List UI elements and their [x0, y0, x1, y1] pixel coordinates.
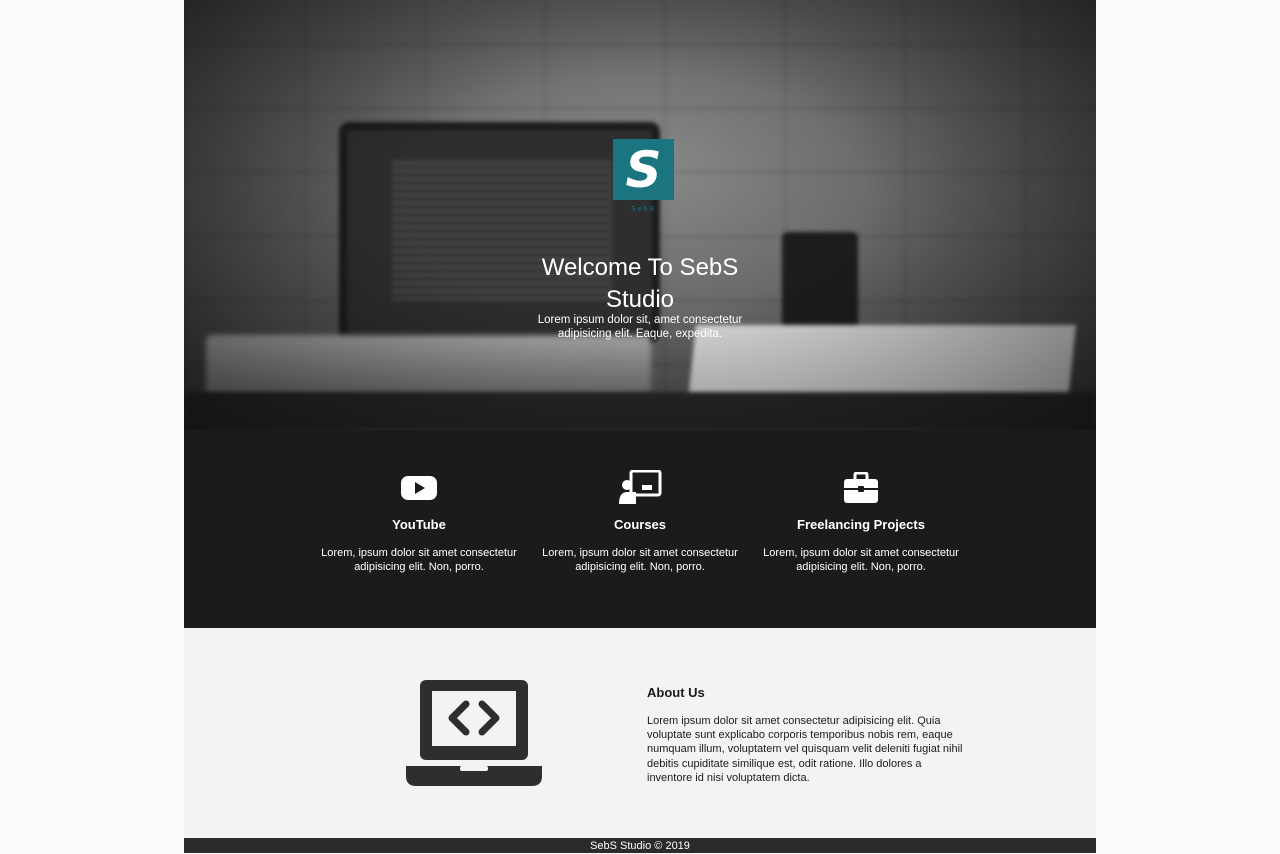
service-title: Freelancing Projects [797, 517, 925, 532]
brand-logo[interactable]: S [613, 139, 674, 200]
service-description: Lorem, ipsum dolor sit amet consectetur … [321, 547, 517, 573]
service-title: YouTube [392, 517, 446, 532]
briefcase-icon [756, 468, 966, 508]
brand-logo-caption: SebS [630, 206, 657, 213]
laptop-code-icon [406, 678, 542, 793]
footer: SebS Studio © 2019 [184, 838, 1096, 853]
about-title: About Us [647, 685, 705, 700]
about-section: About Us Lorem ipsum dolor sit amet cons… [184, 628, 1096, 838]
hero-subtitle: Lorem ipsum dolor sit, amet consectetur … [537, 314, 743, 340]
service-description: Lorem, ipsum dolor sit amet consectetur … [542, 547, 738, 573]
service-description: Lorem, ipsum dolor sit amet consectetur … [763, 547, 959, 573]
brand-logo-letter: S [625, 140, 662, 199]
about-text: Lorem ipsum dolor sit amet consectetur a… [647, 715, 963, 784]
presentation-icon [535, 468, 745, 508]
page: S SebS Welcome To SebS Studio Lorem ipsu… [184, 0, 1096, 853]
youtube-icon [314, 468, 524, 508]
hero-section: S SebS Welcome To SebS Studio Lorem ipsu… [184, 0, 1096, 430]
service-title: Courses [613, 517, 667, 532]
hero-vignette [184, 0, 1096, 430]
footer-copyright: SebS Studio © 2019 [590, 840, 690, 852]
hero-title: Welcome To SebS Studio [541, 254, 739, 313]
services-section: YouTube Lorem, ipsum dolor sit amet cons… [184, 430, 1096, 628]
